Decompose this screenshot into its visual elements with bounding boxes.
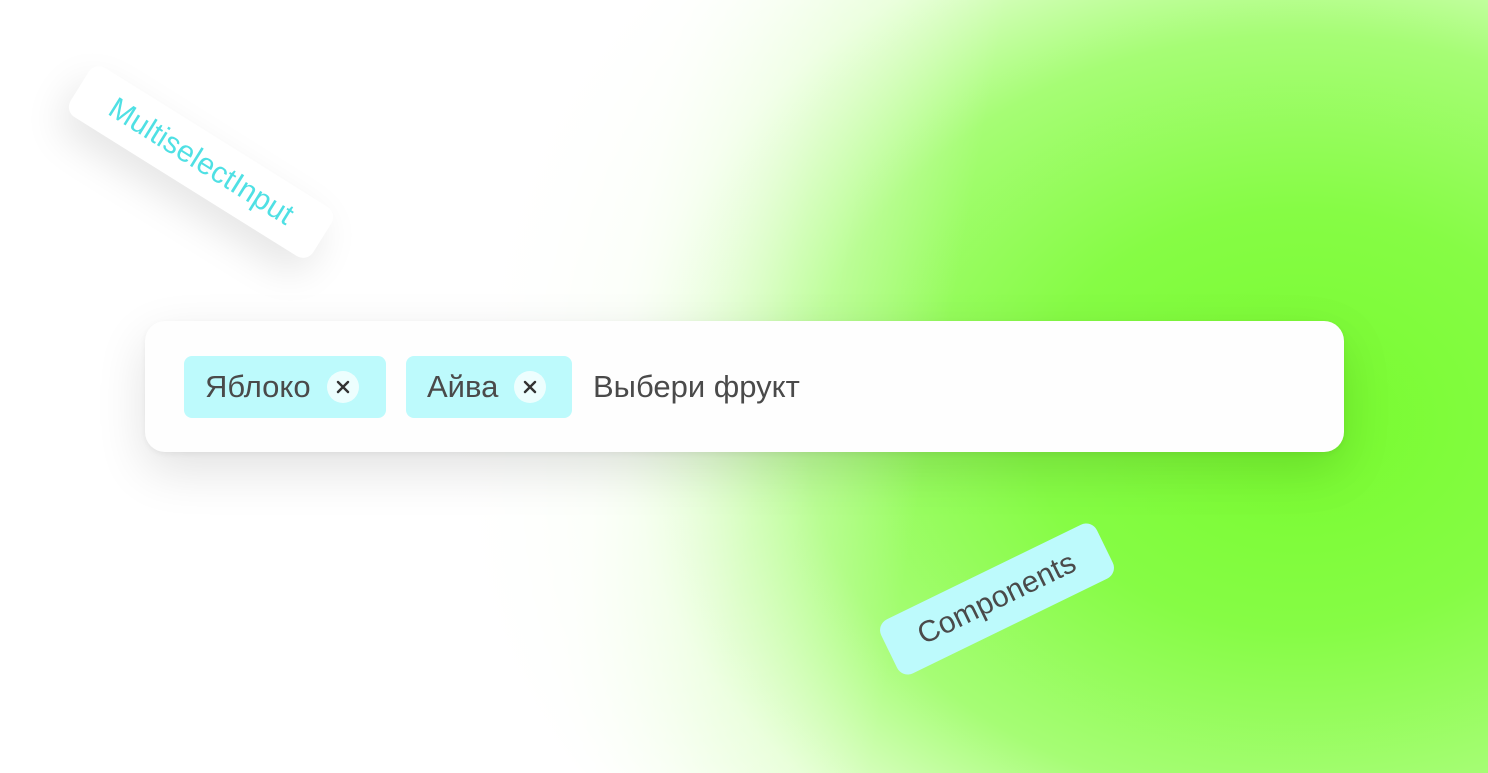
multiselect-placeholder[interactable]: Выбери фрукт	[593, 369, 800, 405]
multiselect-input-tag: MultiselectInput	[64, 61, 338, 263]
multiselect-input[interactable]: Яблоко Айва Выбери фрукт	[145, 321, 1344, 452]
close-icon[interactable]	[326, 370, 359, 403]
chip-quince: Айва	[406, 355, 572, 418]
close-icon[interactable]	[514, 370, 547, 403]
components-tag: Components	[875, 519, 1119, 679]
multiselect-input-tag-label: MultiselectInput	[102, 91, 300, 232]
chip-label: Айва	[427, 368, 499, 404]
chip-apple: Яблоко	[184, 355, 386, 418]
chip-label: Яблоко	[205, 368, 311, 404]
components-tag-label: Components	[912, 546, 1082, 652]
